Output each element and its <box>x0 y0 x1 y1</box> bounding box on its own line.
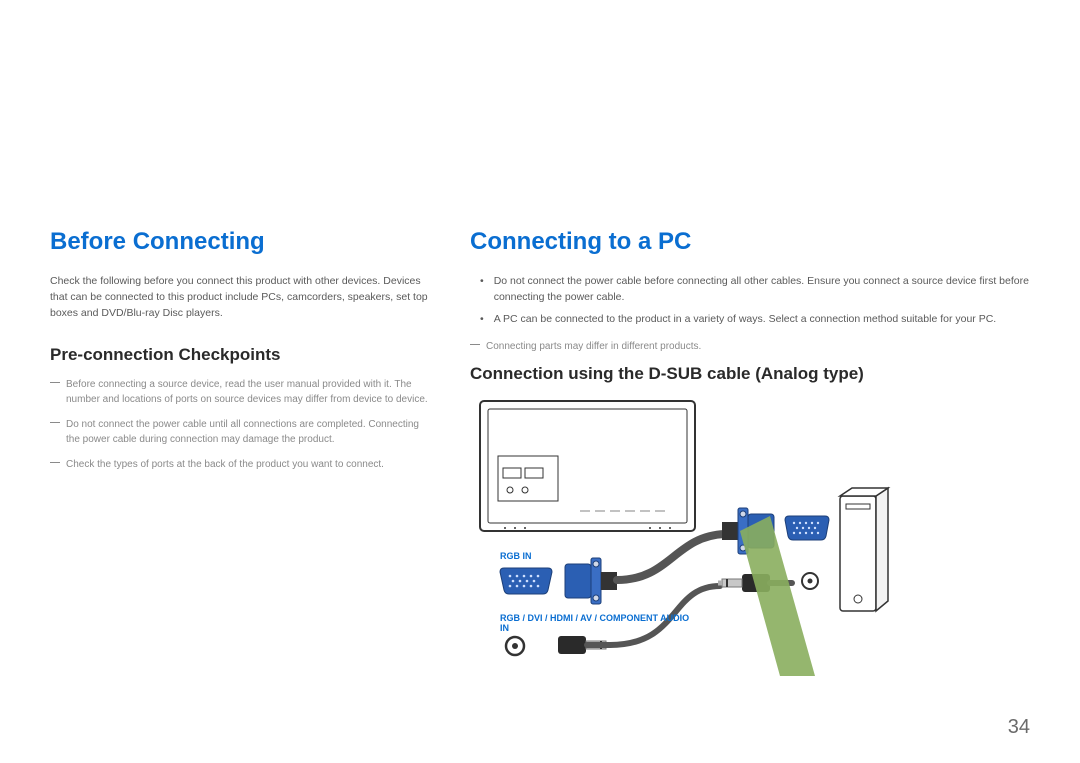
dash-icon <box>50 422 60 423</box>
connecting-note: Connecting parts may differ in different… <box>470 339 1030 354</box>
checkpoint-text: Do not connect the power cable until all… <box>66 417 430 447</box>
connection-diagram: RGB IN RGB / DVI / HDMI / AV / COMPONENT… <box>470 396 1030 681</box>
right-column: Connecting to a PC Do not connect the po… <box>470 228 1030 681</box>
bullet-list: Do not connect the power cable before co… <box>470 274 1030 327</box>
page-number: 34 <box>1008 716 1030 739</box>
dsub-subheading: Connection using the D-SUB cable (Analog… <box>470 364 1030 384</box>
checkpoint-item: Before connecting a source device, read … <box>50 377 430 407</box>
intro-paragraph: Check the following before you connect t… <box>50 274 430 321</box>
dash-icon <box>50 462 60 463</box>
connecting-note-text: Connecting parts may differ in different… <box>486 339 1030 354</box>
checkpoint-text: Before connecting a source device, read … <box>66 377 430 407</box>
checkpoint-text: Check the types of ports at the back of … <box>66 457 430 472</box>
connecting-pc-heading: Connecting to a PC <box>470 228 1030 256</box>
list-item: A PC can be connected to the product in … <box>470 312 1030 328</box>
dash-icon <box>470 344 480 345</box>
pre-connection-subheading: Pre-connection Checkpoints <box>50 345 430 365</box>
checkpoint-item: Check the types of ports at the back of … <box>50 457 430 472</box>
dash-icon <box>50 382 60 383</box>
left-column: Before Connecting Check the following be… <box>50 228 430 681</box>
audio-in-label: RGB / DVI / HDMI / AV / COMPONENT AUDIO … <box>500 613 700 633</box>
list-item: Do not connect the power cable before co… <box>470 274 1030 306</box>
before-connecting-heading: Before Connecting <box>50 228 430 256</box>
rgb-in-label: RGB IN <box>500 551 532 561</box>
checkpoint-item: Do not connect the power cable until all… <box>50 417 430 447</box>
dsub-diagram-svg <box>470 396 1030 681</box>
